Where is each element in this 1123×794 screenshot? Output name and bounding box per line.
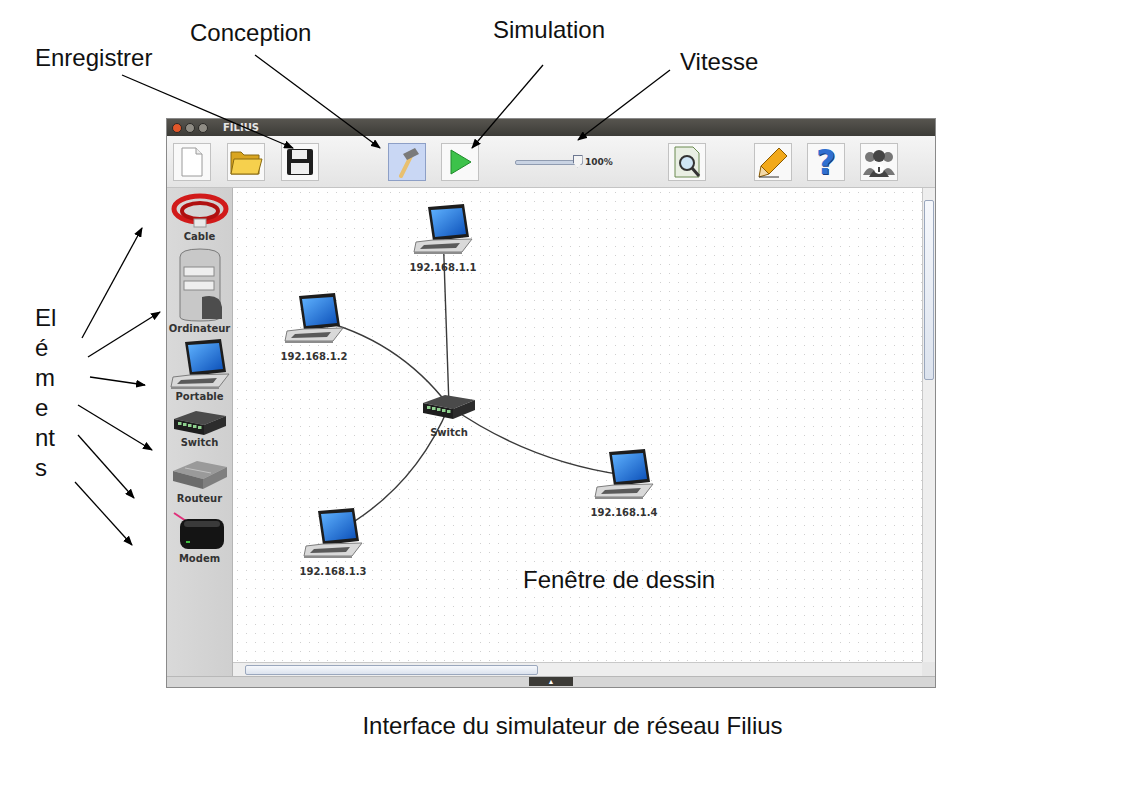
element-palette: Cable Ordinateur Portable Switch Routeur Mode… xyxy=(167,188,233,676)
computer-icon xyxy=(172,247,228,323)
maximize-button[interactable] xyxy=(198,123,208,133)
info-button[interactable] xyxy=(860,143,898,181)
node-label: 192.168.1.1 xyxy=(409,262,476,273)
laptop-icon xyxy=(169,339,231,391)
help-button[interactable]: ? xyxy=(807,143,845,181)
people-info-icon xyxy=(861,147,897,177)
edit-button[interactable] xyxy=(754,143,792,181)
scroll-thumb[interactable] xyxy=(924,200,934,380)
panel-toggle[interactable]: ▲ xyxy=(529,677,573,686)
palette-item[interactable]: Modem xyxy=(172,509,228,569)
slider-thumb[interactable] xyxy=(573,155,583,168)
laptop-node[interactable]: 192.168.1.1 xyxy=(398,204,488,256)
laptop-icon xyxy=(283,293,345,345)
annotation-arrow xyxy=(75,482,132,545)
palette-item[interactable]: Switch xyxy=(172,407,228,453)
palette-label: Portable xyxy=(175,391,223,403)
help-icon: ? xyxy=(816,145,836,179)
folder-icon xyxy=(229,148,263,176)
design-annotation: Conception xyxy=(190,19,311,47)
horizontal-scrollbar[interactable] xyxy=(233,662,922,676)
cable-line[interactable] xyxy=(443,230,449,406)
minimize-button[interactable] xyxy=(185,123,195,133)
switch-icon xyxy=(172,407,228,437)
laptop-icon xyxy=(412,204,474,256)
palette-label: Cable xyxy=(184,231,215,243)
simulation-mode-button[interactable] xyxy=(441,143,479,181)
annotation-arrow xyxy=(82,228,142,338)
laptop-node[interactable]: 192.168.1.3 xyxy=(288,508,378,560)
window-title: FILIUS xyxy=(223,122,259,133)
close-button[interactable] xyxy=(172,123,182,133)
node-label: 192.168.1.2 xyxy=(280,351,347,362)
vertical-scrollbar[interactable] xyxy=(922,188,935,662)
save-annotation: Enregistrer xyxy=(35,44,152,72)
annotation-arrow xyxy=(472,65,543,148)
annotation-arrow xyxy=(90,377,145,385)
design-mode-button[interactable] xyxy=(388,143,426,181)
node-label: 192.168.1.3 xyxy=(299,566,366,577)
switch-icon xyxy=(421,391,477,421)
annotation-arrow xyxy=(578,70,670,140)
laptop-node[interactable]: 192.168.1.2 xyxy=(269,293,359,345)
pencil-icon xyxy=(757,146,789,178)
elements-annotation: Eléments xyxy=(35,303,59,483)
canvas-annotation: Fenêtre de dessin xyxy=(523,566,715,594)
speed-slider[interactable]: 100% xyxy=(515,155,613,169)
annotation-arrow xyxy=(255,55,380,148)
floppy-icon xyxy=(286,148,314,176)
play-icon xyxy=(447,148,473,176)
simulation-annotation: Simulation xyxy=(493,16,605,44)
palette-label: Switch xyxy=(181,437,219,449)
figure: FILIUS 100%? Cable Ordinateur Portable Switch… xyxy=(0,0,1123,794)
palette-item[interactable]: Cable xyxy=(170,191,230,247)
annotation-arrow xyxy=(78,405,152,450)
node-label: 192.168.1.4 xyxy=(590,507,657,518)
modem-icon xyxy=(172,509,228,553)
palette-item[interactable]: Routeur xyxy=(171,453,229,509)
figure-caption: Interface du simulateur de réseau Filius xyxy=(0,712,1123,740)
wizard-button[interactable] xyxy=(668,143,706,181)
bottom-strip: ▲ xyxy=(167,676,935,687)
save-button[interactable] xyxy=(281,143,319,181)
switch-node[interactable]: Switch xyxy=(404,391,494,421)
laptop-icon xyxy=(593,449,655,501)
title-bar: FILIUS xyxy=(167,119,935,136)
scroll-thumb[interactable] xyxy=(245,665,538,675)
annotation-arrows xyxy=(0,0,1123,794)
document-magnifier-icon xyxy=(671,145,703,179)
palette-item[interactable]: Portable xyxy=(169,339,231,407)
hammer-icon xyxy=(393,146,421,178)
new-file-icon xyxy=(180,147,204,177)
cable-icon xyxy=(170,191,230,231)
annotation-arrow xyxy=(122,75,293,148)
laptop-node[interactable]: 192.168.1.4 xyxy=(579,449,669,501)
palette-label: Ordinateur xyxy=(169,323,231,335)
palette-label: Modem xyxy=(179,553,220,565)
speed-annotation: Vitesse xyxy=(680,48,758,76)
drawing-canvas[interactable]: 192.168.1.1 192.168.1.2 Switch 192.168.1.3 1… xyxy=(233,188,922,662)
palette-item[interactable]: Ordinateur xyxy=(169,247,231,339)
filius-window: FILIUS 100%? Cable Ordinateur Portable Switch… xyxy=(166,118,936,688)
open-button[interactable] xyxy=(227,143,265,181)
annotation-arrow xyxy=(88,312,160,357)
annotation-arrow xyxy=(78,435,134,498)
laptop-icon xyxy=(302,508,364,560)
cable-line[interactable] xyxy=(449,406,624,475)
toolbar: 100%? xyxy=(167,136,935,188)
node-label: Switch xyxy=(430,427,468,438)
new-button[interactable] xyxy=(173,143,211,181)
palette-label: Routeur xyxy=(177,493,222,505)
drawing-area: 192.168.1.1 192.168.1.2 Switch 192.168.1.3 1… xyxy=(233,188,935,676)
slider-track[interactable] xyxy=(515,155,583,169)
speed-reading: 100% xyxy=(585,157,613,167)
router-icon xyxy=(171,453,229,493)
